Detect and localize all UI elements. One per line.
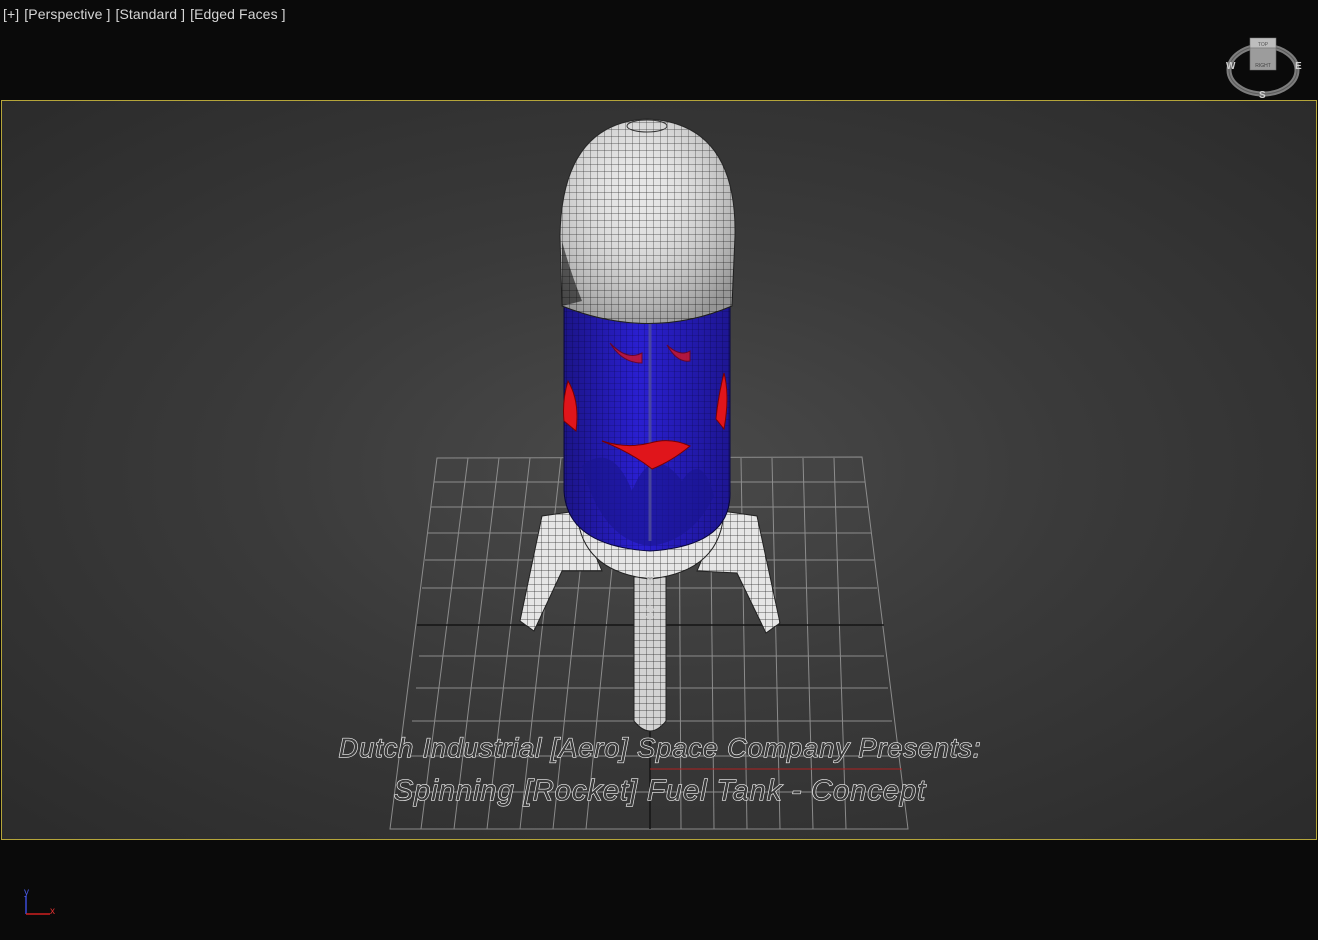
perspective-viewport[interactable]: Dutch Industrial [Aero] Space Company Pr…: [1, 100, 1317, 840]
viewport-shading-menu[interactable]: [Standard ]: [115, 6, 185, 22]
viewport-plus-menu[interactable]: [+]: [3, 6, 19, 22]
caption-line-2: Spinning [Rocket] Fuel Tank - Concept: [393, 774, 927, 807]
scene-canvas: [389, 118, 909, 830]
compass-west[interactable]: W: [1226, 61, 1236, 72]
axis-x-label: x: [50, 906, 55, 917]
viewport-label-menu: [+] [Perspective ] [Standard ] [Edged Fa…: [3, 6, 286, 22]
fuel-tank: [563, 305, 731, 552]
axis-y-label: y: [24, 887, 29, 898]
nose-cone: [559, 118, 736, 324]
viewport-pov-menu[interactable]: [Perspective ]: [24, 6, 110, 22]
viewcube-front-label[interactable]: RIGHT: [1255, 63, 1271, 69]
viewcube-top-label[interactable]: TOP: [1258, 42, 1269, 48]
viewport-display-menu[interactable]: [Edged Faces ]: [190, 6, 286, 22]
caption-line-1: Dutch Industrial [Aero] Space Company Pr…: [338, 732, 982, 763]
viewcube-icon[interactable]: TOP RIGHT W E S: [1222, 30, 1304, 102]
axis-tripod-icon: y x: [24, 887, 55, 917]
compass-east[interactable]: E: [1295, 61, 1302, 72]
